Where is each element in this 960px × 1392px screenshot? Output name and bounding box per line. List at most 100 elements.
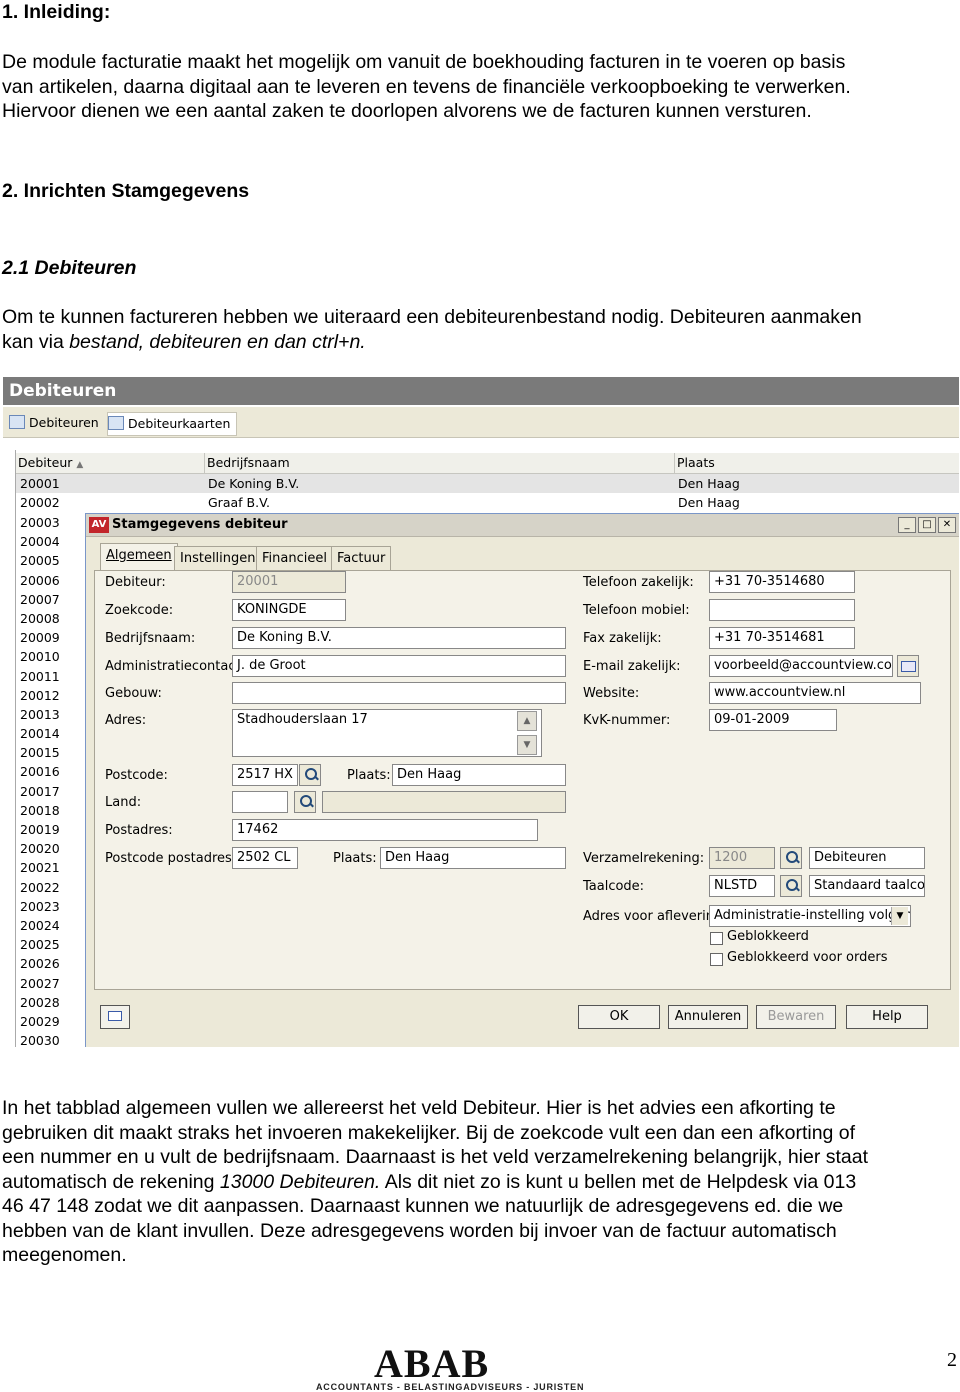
list-item[interactable]: 20007 <box>16 590 86 609</box>
label-adres: Adres: <box>105 713 147 728</box>
land-field[interactable] <box>232 791 288 813</box>
list-item[interactable]: 20018 <box>16 801 86 820</box>
adres-aflevering-select[interactable]: Administratie-instelling volgen ▼ <box>709 905 911 927</box>
search-icon[interactable] <box>780 875 802 897</box>
column-header-debiteur[interactable]: Debiteur ▲ <box>16 453 205 473</box>
toolbar-tab-debiteurkaarten[interactable]: Debiteurkaarten <box>107 412 238 436</box>
geblokkeerd-orders-checkbox[interactable] <box>710 953 723 966</box>
plaats-field[interactable]: Den Haag <box>392 764 566 786</box>
label-tel-mobiel: Telefoon mobiel: <box>583 603 690 618</box>
list-item[interactable]: 20023 <box>16 897 86 916</box>
administratiecontact-field[interactable]: J. de Groot <box>232 655 566 677</box>
tab-algemeen[interactable]: Algemeen <box>100 543 178 572</box>
label-land: Land: <box>105 795 142 810</box>
list-item[interactable]: 20019 <box>16 820 86 839</box>
list-item[interactable]: 20005 <box>16 551 86 570</box>
paragraph-line: gebruiken dit maakt straks het invoeren … <box>2 1121 856 1144</box>
telefoon-zakelijk-field[interactable]: +31 70-3514680 <box>709 571 855 593</box>
debiteur-id-list: 20003 20004 20005 20006 20007 20008 20009 20010… <box>16 513 86 1047</box>
list-item[interactable]: 20030 <box>16 1031 86 1047</box>
list-item[interactable]: 20010 <box>16 647 86 666</box>
list-item[interactable]: 20009 <box>16 628 86 647</box>
intro-line: Hiervoor dienen we een aantal zaken te d… <box>2 100 812 122</box>
bedrijfsnaam-field[interactable]: De Koning B.V. <box>232 627 566 649</box>
list-item[interactable]: 20013 <box>16 705 86 724</box>
paragraph-text: Als dit niet zo is kunt u bellen met de … <box>380 1170 857 1193</box>
email-field[interactable]: voorbeeld@accountview.com <box>709 655 893 677</box>
list-item[interactable]: 20025 <box>16 935 86 954</box>
cell-debiteur: 20001 <box>20 476 60 491</box>
list-item[interactable]: 20026 <box>16 954 86 973</box>
maximize-icon[interactable]: □ <box>918 517 936 533</box>
postcode-postadres-field[interactable]: 2502 CL <box>232 847 298 869</box>
list-item[interactable]: 20027 <box>16 974 86 993</box>
paragraph-line: hebben van de klant invullen. Deze adres… <box>2 1219 837 1242</box>
mail-button[interactable] <box>100 1005 130 1029</box>
kvk-field[interactable]: 09-01-2009 <box>709 709 837 731</box>
chevron-down-icon: ▼ <box>891 907 908 925</box>
cell-plaats: Den Haag <box>678 495 740 510</box>
label-adres-aflevering: Adres voor aflevering: <box>583 909 727 924</box>
debiteur-field[interactable]: 20001 <box>232 571 346 593</box>
list-item[interactable]: 20021 <box>16 858 86 877</box>
list-item[interactable]: 20029 <box>16 1012 86 1031</box>
debiteuren-paragraph: Om te kunnen factureren hebben we uitera… <box>2 305 862 354</box>
website-field[interactable]: www.accountview.nl <box>709 682 921 704</box>
send-mail-icon[interactable] <box>897 655 919 677</box>
scroll-down-icon[interactable]: ▼ <box>517 735 537 755</box>
help-button[interactable]: Help <box>846 1005 928 1029</box>
label-verzamelrekening: Verzamelrekening: <box>583 851 705 866</box>
taalcode-field[interactable]: NLSTD <box>709 875 775 897</box>
minimize-icon[interactable]: _ <box>898 517 916 533</box>
list-item[interactable]: 20022 <box>16 878 86 897</box>
list-item[interactable]: 20004 <box>16 532 86 551</box>
ok-button[interactable]: OK <box>578 1005 660 1029</box>
search-icon[interactable] <box>294 791 316 813</box>
heading-inrichten: 2. Inrichten Stamgegevens <box>2 180 250 202</box>
plaats-postadres-field[interactable]: Den Haag <box>380 847 566 869</box>
list-item[interactable]: 20016 <box>16 762 86 781</box>
search-icon[interactable] <box>780 847 802 869</box>
list-item[interactable]: 20028 <box>16 993 86 1012</box>
annuleren-button[interactable]: Annuleren <box>668 1005 748 1029</box>
list-item[interactable]: 20020 <box>16 839 86 858</box>
label-zoekcode: Zoekcode: <box>105 603 174 618</box>
table-row[interactable]: 20002 Graaf B.V. Den Haag <box>16 493 959 512</box>
label-gebouw: Gebouw: <box>105 686 162 701</box>
close-icon[interactable]: ✕ <box>938 517 956 533</box>
zoekcode-field[interactable]: KONINGDE <box>232 599 346 621</box>
adres-field[interactable]: Stadhouderslaan 17 <box>232 709 542 757</box>
tab-instellingen[interactable]: Instellingen <box>174 546 262 571</box>
fax-field[interactable]: +31 70-3514681 <box>709 627 855 649</box>
list-item[interactable]: 20008 <box>16 609 86 628</box>
menu-path-text: bestand, debiteuren en dan ctrl+n. <box>69 330 366 353</box>
tab-factuur[interactable]: Factuur <box>331 546 392 571</box>
bewaren-button[interactable]: Bewaren <box>756 1005 836 1029</box>
label-plaats: Plaats: <box>347 768 391 783</box>
list-item[interactable]: 20012 <box>16 686 86 705</box>
geblokkeerd-checkbox[interactable] <box>710 932 723 945</box>
list-icon <box>9 415 25 429</box>
list-item[interactable]: 20015 <box>16 743 86 762</box>
list-item[interactable]: 20017 <box>16 782 86 801</box>
tab-financieel[interactable]: Financieel <box>256 546 333 571</box>
list-item[interactable]: 20006 <box>16 571 86 590</box>
column-header-plaats[interactable]: Plaats <box>675 453 957 473</box>
verzamelrekening-field[interactable]: 1200 <box>709 847 775 869</box>
table-row[interactable]: 20001 De Koning B.V. Den Haag <box>16 474 959 493</box>
toolbar-tab-debiteuren[interactable]: Debiteuren <box>9 412 99 434</box>
gebouw-field[interactable] <box>232 682 566 704</box>
column-header-bedrijfsnaam[interactable]: Bedrijfsnaam <box>205 453 675 473</box>
search-icon[interactable] <box>299 764 321 786</box>
window-title: Debiteuren <box>3 377 959 405</box>
scroll-up-icon[interactable]: ▲ <box>517 711 537 731</box>
list-item[interactable]: 20011 <box>16 667 86 686</box>
intro-line: van artikelen, daarna digitaal aan te le… <box>2 75 851 98</box>
debiteuren-screenshot: Debiteuren Debiteuren Debiteurkaarten De… <box>3 377 959 1047</box>
list-item[interactable]: 20024 <box>16 916 86 935</box>
list-item[interactable]: 20014 <box>16 724 86 743</box>
postadres-field[interactable]: 17462 <box>232 819 538 841</box>
postcode-field[interactable]: 2517 HX <box>232 764 298 786</box>
telefoon-mobiel-field[interactable] <box>709 599 855 621</box>
list-item[interactable]: 20003 <box>16 513 86 532</box>
